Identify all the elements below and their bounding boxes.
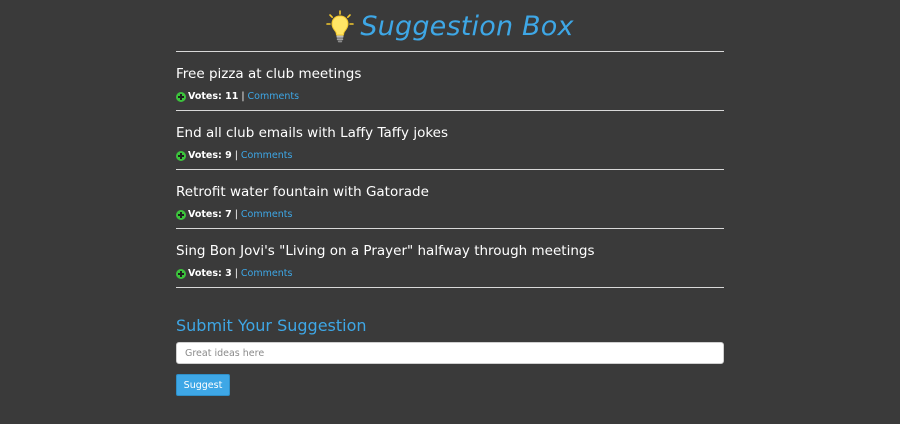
upvote-plus-icon[interactable]	[176, 91, 186, 102]
suggestion-title: Retrofit water fountain with Gatorade	[176, 184, 429, 200]
suggestion-item: Retrofit water fountain with Gatorade Vo…	[176, 170, 724, 229]
lightbulb-icon	[326, 9, 355, 42]
suggestion-meta: Votes: 7 | Comments	[176, 209, 292, 220]
separator: |	[234, 150, 238, 161]
suggestion-item: Free pizza at club meetings Votes: 11 | …	[176, 52, 724, 111]
suggestion-meta: Votes: 3 | Comments	[176, 268, 292, 279]
comments-link[interactable]: Comments	[241, 150, 293, 161]
suggestion-title: Sing Bon Jovi's "Living on a Prayer" hal…	[176, 243, 595, 259]
separator: |	[234, 268, 238, 279]
page: Suggestion Box Free pizza at club meetin…	[0, 0, 900, 424]
submit-heading: Submit Your Suggestion	[176, 316, 367, 335]
separator: |	[241, 91, 245, 102]
suggestion-item: End all club emails with Laffy Taffy jok…	[176, 111, 724, 170]
comments-link[interactable]: Comments	[241, 209, 293, 220]
submit-section: Submit Your Suggestion Suggest	[176, 316, 724, 396]
comments-link[interactable]: Comments	[248, 91, 300, 102]
vote-count: Votes: 7	[188, 209, 232, 220]
suggestion-title: End all club emails with Laffy Taffy jok…	[176, 125, 449, 141]
suggestion-input[interactable]	[176, 342, 724, 364]
comments-link[interactable]: Comments	[241, 268, 293, 279]
upvote-plus-icon[interactable]	[176, 268, 186, 279]
app-header: Suggestion Box	[176, 0, 724, 52]
suggestion-list: Free pizza at club meetings Votes: 11 | …	[176, 52, 724, 288]
main-container: Suggestion Box Free pizza at club meetin…	[176, 0, 724, 396]
suggestion-meta: Votes: 9 | Comments	[176, 150, 292, 161]
vote-count: Votes: 9	[188, 150, 232, 161]
separator: |	[234, 209, 238, 220]
app-title: Suggestion Box	[360, 11, 574, 42]
upvote-plus-icon[interactable]	[176, 209, 186, 220]
upvote-plus-icon[interactable]	[176, 150, 186, 161]
vote-count: Votes: 3	[188, 268, 232, 279]
suggestion-meta: Votes: 11 | Comments	[176, 91, 299, 102]
suggestion-item: Sing Bon Jovi's "Living on a Prayer" hal…	[176, 229, 724, 288]
suggest-button[interactable]: Suggest	[176, 374, 230, 396]
suggestion-title: Free pizza at club meetings	[176, 66, 362, 82]
vote-count: Votes: 11	[188, 91, 239, 102]
